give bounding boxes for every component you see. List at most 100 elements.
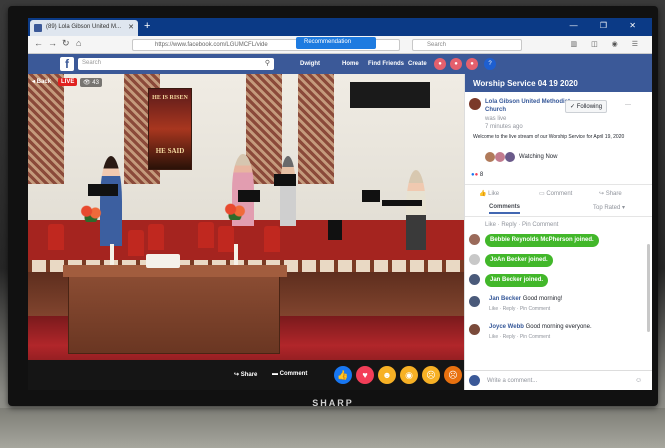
easter-banner: HE IS RISEN HE SAID <box>148 88 192 170</box>
sad-reaction-icon[interactable]: ☹ <box>422 366 440 384</box>
comments-scrollbar[interactable] <box>647 244 650 332</box>
video-share-button[interactable]: ↪ Share <box>234 371 257 378</box>
comment-author[interactable]: Jan Becker <box>489 296 521 302</box>
browser-search-input[interactable]: Search <box>412 39 522 51</box>
commenter-avatar[interactable] <box>469 254 480 265</box>
wood-panel-left <box>28 74 64 184</box>
facebook-header: f Search ⚲ Dwight Home Find Friends Crea… <box>28 54 652 74</box>
television: (89) Lola Gibson United M... ✕ + — ❐ ✕ ←… <box>8 6 658 408</box>
viewer-avatar <box>485 152 495 162</box>
viewer-count: 👁 43 <box>80 78 102 87</box>
like-button[interactable]: 👍 Like <box>479 190 499 197</box>
music-stand <box>274 174 296 186</box>
flower-arrangement <box>80 204 102 222</box>
join-notice: JoAn Becker joined. <box>485 254 553 267</box>
haha-reaction-icon[interactable]: ☻ <box>378 366 396 384</box>
video-share-label: Share <box>240 372 258 378</box>
close-tab-icon[interactable]: ✕ <box>128 23 134 31</box>
share-button[interactable]: ↪ Share <box>599 190 622 197</box>
recommendation-button[interactable]: Recommendation <box>296 37 376 49</box>
tv-brand-logo: SHARP <box>312 398 354 408</box>
flower-arrangement <box>224 202 246 220</box>
messages-icon[interactable]: ● <box>450 58 462 70</box>
page-name[interactable]: Lola Gibson United Methodist Church <box>485 98 571 114</box>
chair <box>198 222 214 248</box>
nav-find-friends[interactable]: Find Friends <box>368 61 404 67</box>
like-reaction-icon[interactable]: 👍 <box>334 366 352 384</box>
comments-tab[interactable]: Comments <box>489 204 521 214</box>
reaction-count: 8 <box>479 172 484 178</box>
facebook-search-input[interactable]: Search ⚲ <box>78 58 274 70</box>
friend-requests-icon[interactable]: ● <box>434 58 446 70</box>
forward-arrow-icon[interactable]: → <box>48 38 57 48</box>
facebook-logo[interactable]: f <box>60 57 74 71</box>
video-description: Welcome to the live stream of our Worshi… <box>473 134 625 140</box>
viewer-avatar <box>495 152 505 162</box>
commenter-avatar[interactable] <box>469 234 480 245</box>
banner-text-top: HE IS RISEN <box>152 95 188 101</box>
browser-tab-bar: (89) Lola Gibson United M... ✕ + — ❐ ✕ <box>28 18 652 36</box>
back-arrow-icon[interactable]: ← <box>34 38 43 48</box>
chair <box>148 224 164 250</box>
speaker <box>328 220 342 240</box>
commenter-avatar[interactable] <box>469 296 480 307</box>
reaction-summary[interactable]: ●● 8 <box>471 172 483 178</box>
write-comment-input[interactable]: Write a comment... ☺ <box>465 370 652 390</box>
sidebar-title: Worship Service 04 19 2020 <box>465 74 652 92</box>
my-avatar <box>469 375 480 386</box>
chair <box>128 230 144 256</box>
reload-icon[interactable]: ↻ <box>62 38 70 49</box>
new-tab-icon[interactable]: + <box>144 20 150 33</box>
video-comment-button[interactable]: ▬ Comment <box>272 371 307 377</box>
search-icon[interactable]: ⚲ <box>265 59 270 67</box>
window-controls[interactable]: — ❐ ✕ <box>570 21 646 30</box>
nav-create[interactable]: Create <box>408 61 427 67</box>
more-options-icon[interactable]: ··· <box>625 102 631 108</box>
nav-home[interactable]: Home <box>342 61 359 67</box>
comment-actions[interactable]: Like · Reply · Pin Comment <box>489 306 550 312</box>
wow-reaction-icon[interactable]: ◉ <box>400 366 418 384</box>
recommendation-label: Recommendation <box>304 39 352 45</box>
angry-reaction-icon[interactable]: ☹ <box>444 366 462 384</box>
divider <box>465 184 652 185</box>
wall-monitor <box>350 82 430 108</box>
music-stand <box>362 190 380 202</box>
time-ago: 7 minutes ago <box>485 124 523 130</box>
comment-text: Good morning! <box>522 296 563 302</box>
home-icon[interactable]: ⌂ <box>76 38 81 48</box>
following-button[interactable]: ✓ Following <box>565 100 608 113</box>
join-notice: Jan Becker joined. <box>485 274 549 287</box>
divider <box>465 216 652 217</box>
browser-nav-bar: ← → ↻ ⌂ https://www.facebook.com/LGUMCFL… <box>28 36 652 54</box>
emoji-icon[interactable]: ☺ <box>635 377 642 384</box>
video-comment-label: Comment <box>279 371 308 377</box>
following-label: Following <box>576 104 603 110</box>
live-badge: LIVE <box>58 78 78 86</box>
was-live-text: was live <box>485 116 507 122</box>
browser-toolbar-icons[interactable]: ▥ ◫ ◉ ☰ <box>571 40 644 48</box>
profile-link[interactable]: Dwight <box>300 61 320 67</box>
commenter-avatar[interactable] <box>469 324 480 335</box>
comment-actions[interactable]: Like · Reply · Pin Comment <box>489 334 550 340</box>
url-text: https://www.facebook.com/LGUMCFL/vide <box>155 42 268 48</box>
singer-left <box>100 156 122 246</box>
chair <box>264 226 280 252</box>
page-avatar[interactable] <box>469 98 481 110</box>
sort-dropdown[interactable]: Top Rated ▾ <box>593 204 625 211</box>
browser-tab[interactable]: (89) Lola Gibson United M... ✕ <box>30 20 138 36</box>
comment-author[interactable]: Joyce Webb <box>489 324 524 330</box>
comment-text: Good morning everyone. <box>525 324 592 330</box>
help-icon[interactable]: ? <box>484 58 496 70</box>
comment: Joyce Webb Good morning everyone. <box>489 324 592 330</box>
viewer-avatar <box>505 152 515 162</box>
notifications-icon[interactable]: ● <box>466 58 478 70</box>
comment-actions[interactable]: Like · Reply · Pin Comment <box>485 222 558 228</box>
video-back-button[interactable]: ◂ Back <box>32 78 51 85</box>
love-reaction-icon[interactable]: ♥ <box>356 366 374 384</box>
commenter-avatar[interactable] <box>469 274 480 285</box>
facebook-search-placeholder: Search <box>82 60 102 66</box>
live-video-player[interactable]: HE IS RISEN HE SAID ◂ Back LIVE 👁 43 ↪ S… <box>28 74 464 390</box>
comment-button[interactable]: ▭ Comment <box>539 190 572 197</box>
share-label: Share <box>605 191 622 197</box>
browser-search-placeholder: Search <box>427 42 447 48</box>
